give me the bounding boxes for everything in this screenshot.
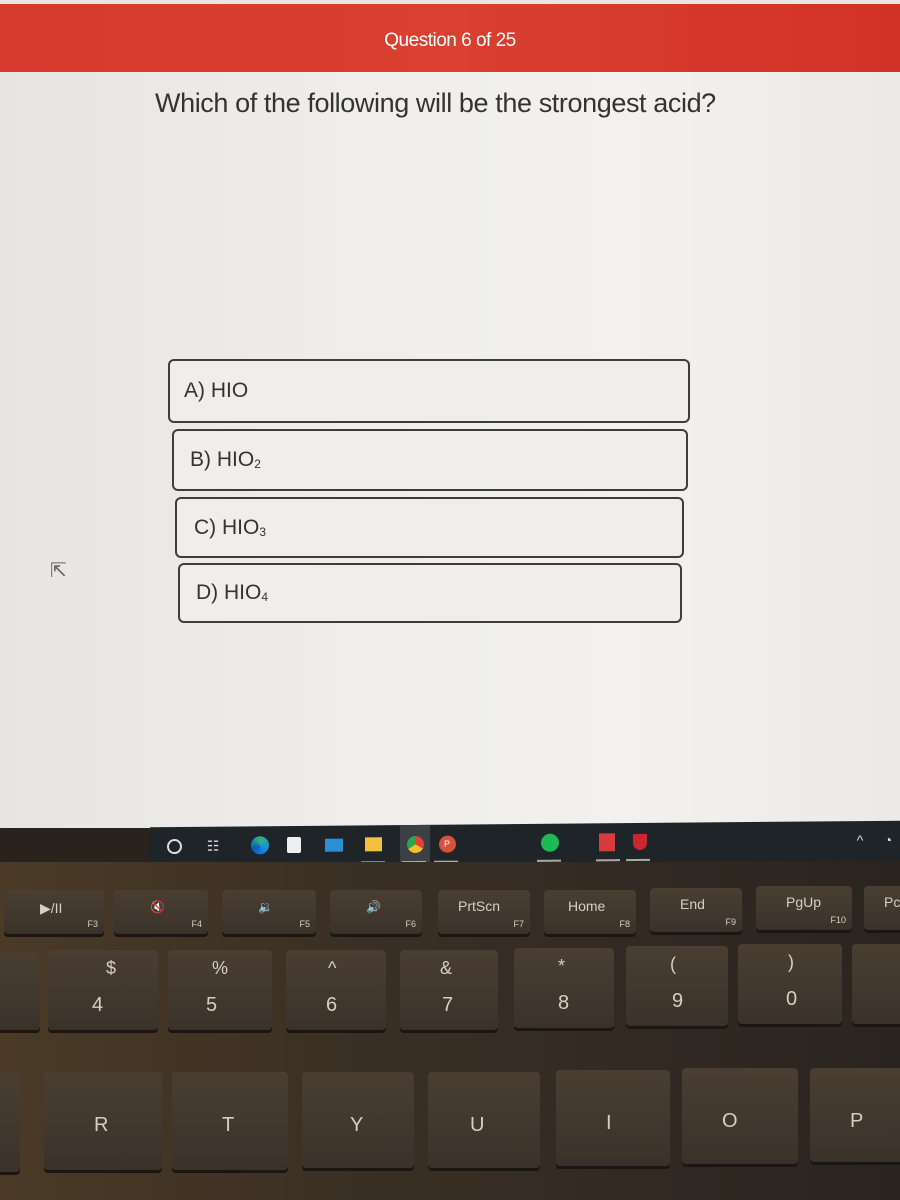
- option-label: D) HIO4: [196, 581, 269, 604]
- key-o[interactable]: O: [682, 1068, 798, 1164]
- pdf-app-icon[interactable]: [597, 832, 617, 852]
- mail-icon[interactable]: [324, 835, 344, 855]
- option-label: C) HIO3: [194, 515, 267, 539]
- laptop-keyboard: ▶/II F3 🔇 F4 🔉 F5 🔊 F6 PrtScn F7 Home F8 End F9…: [0, 862, 900, 1200]
- key-3[interactable]: [0, 952, 40, 1030]
- key-f4[interactable]: 🔇 F4: [114, 890, 208, 934]
- key-0[interactable]: ) 0: [738, 944, 842, 1024]
- task-view-icon[interactable]: ☷: [203, 836, 223, 856]
- chrome-icon[interactable]: [400, 824, 430, 864]
- key-5[interactable]: % 5: [168, 950, 272, 1030]
- key-home-f8[interactable]: Home F8: [544, 890, 636, 934]
- windows-taskbar: ☷ P ^ ◔: [150, 820, 900, 866]
- key-6[interactable]: ^ 6: [286, 950, 386, 1030]
- key-minus[interactable]: [852, 944, 900, 1024]
- key-8[interactable]: * 8: [514, 948, 614, 1028]
- file-explorer-icon[interactable]: [363, 834, 383, 854]
- key-f5[interactable]: 🔉 F5: [222, 890, 316, 934]
- key-4[interactable]: $4: [48, 950, 158, 1030]
- key-9[interactable]: (9: [626, 946, 728, 1026]
- key-prtscn-f7[interactable]: PrtScn F7: [438, 890, 530, 934]
- key-r[interactable]: R: [44, 1072, 162, 1170]
- powerpoint-icon[interactable]: P: [437, 834, 457, 854]
- mcafee-icon[interactable]: [630, 832, 650, 852]
- question-progress: Question 6 of 25: [384, 30, 516, 51]
- chevron-up-icon[interactable]: ^: [850, 830, 870, 850]
- key-7[interactable]: & 7: [400, 950, 498, 1030]
- mcafee-running-indicator: [626, 858, 650, 862]
- key-f6[interactable]: 🔊 F6: [330, 890, 422, 934]
- key-p[interactable]: P: [810, 1068, 900, 1162]
- key-end-f9[interactable]: End F9: [650, 888, 742, 932]
- key-u[interactable]: U: [428, 1072, 540, 1168]
- option-label: B) HIO2: [190, 448, 261, 471]
- option-label: A) HIO: [184, 379, 249, 402]
- spotify-icon[interactable]: [540, 833, 560, 853]
- key-t[interactable]: T: [172, 1072, 288, 1170]
- edge-icon[interactable]: [250, 835, 270, 855]
- cortana-search-icon[interactable]: [164, 836, 184, 856]
- quiz-header-bar: Question 6 of 25: [0, 4, 900, 72]
- question-text: Which of the following will be the stron…: [155, 88, 716, 118]
- key-f3[interactable]: ▶/II F3: [4, 890, 104, 934]
- key-pgdn[interactable]: Pc: [864, 886, 900, 930]
- answer-option-d[interactable]: D) HIO4: [178, 563, 682, 623]
- key-y[interactable]: Y: [302, 1072, 414, 1168]
- mouse-cursor-icon: ⇱: [50, 560, 67, 582]
- wifi-icon[interactable]: ◔: [878, 830, 898, 850]
- store-icon[interactable]: [284, 835, 304, 855]
- key-i[interactable]: I: [556, 1070, 670, 1166]
- answer-option-b[interactable]: B) HIO2: [172, 429, 688, 491]
- answer-option-a[interactable]: A) HIO: [168, 359, 690, 423]
- laptop-screen: Question 6 of 25 Which of the following …: [0, 0, 900, 828]
- answer-option-c[interactable]: C) HIO3: [175, 497, 684, 558]
- key-pgup-f10[interactable]: PgUp F10: [756, 886, 852, 930]
- key-e[interactable]: [0, 1072, 20, 1172]
